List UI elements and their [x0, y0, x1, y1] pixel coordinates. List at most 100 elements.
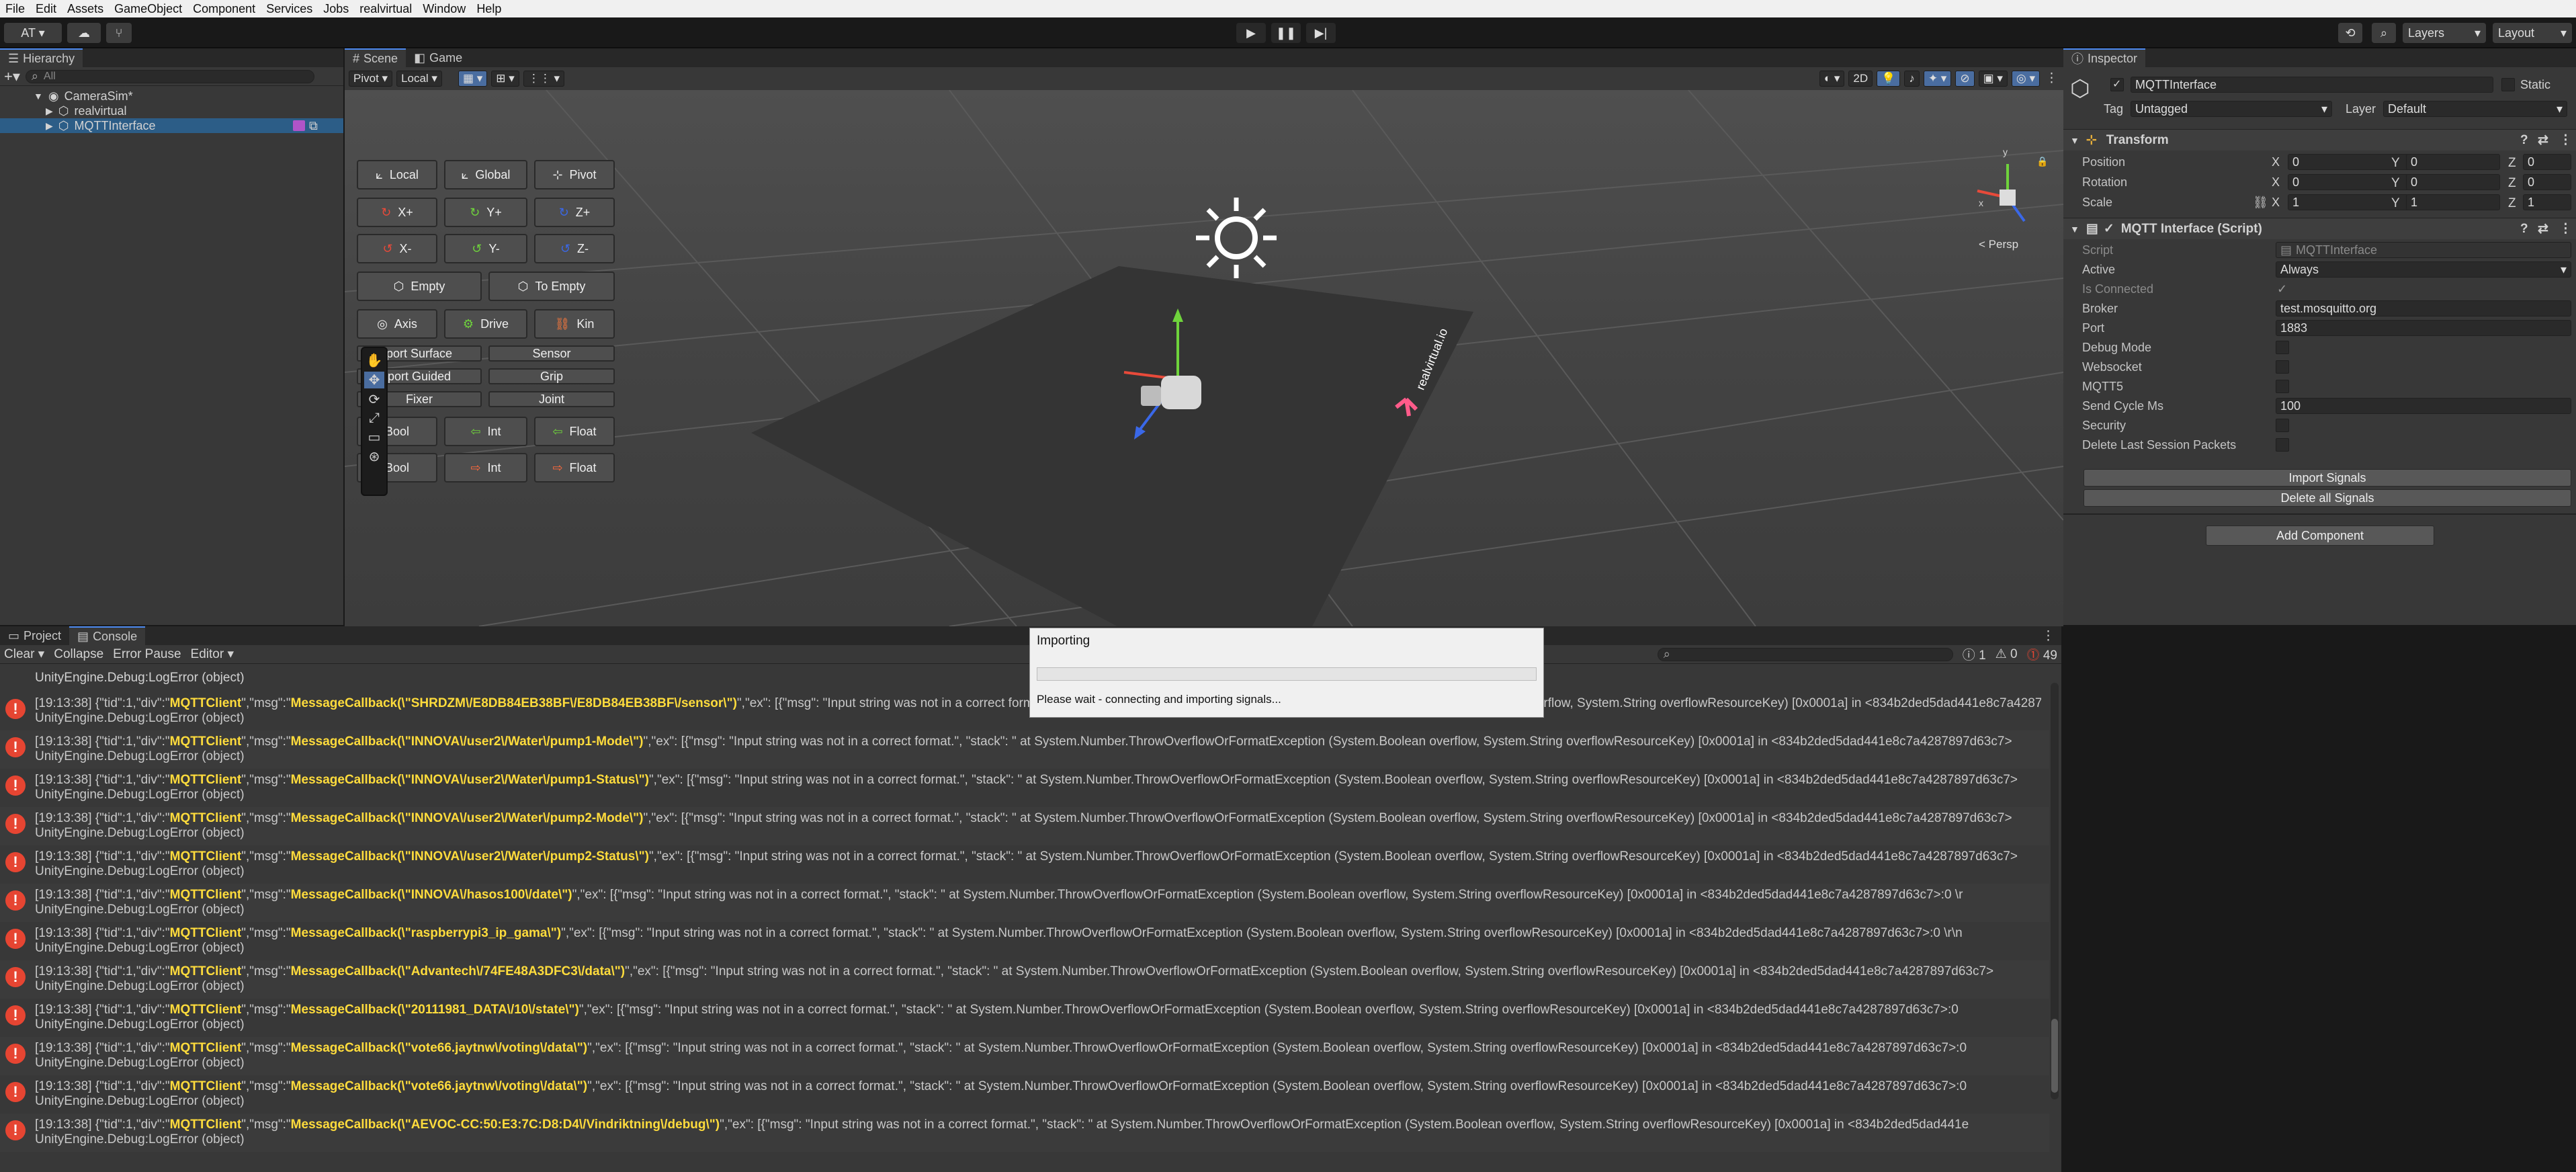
more-icon[interactable]: ⋮	[2045, 71, 2058, 87]
broker-field[interactable]: test.mosquitto.org	[2276, 300, 2571, 317]
scale-tool-icon[interactable]: ⤢	[369, 411, 380, 426]
import-signals-button[interactable]: Import Signals	[2084, 469, 2571, 487]
error-pause-button[interactable]: Error Pause	[113, 647, 181, 662]
console-log-row[interactable]: [19:13:38] {"tid":1,"div":"MQTTClient","…	[0, 845, 2049, 884]
history-button[interactable]: ⟲	[2338, 23, 2362, 43]
move-tool-icon[interactable]: ✥	[364, 372, 384, 388]
ground-plane[interactable]	[751, 266, 1473, 626]
console-log-row[interactable]: [19:13:38] {"tid":1,"div":"MQTTClient","…	[0, 922, 2049, 960]
console-log-row[interactable]: [19:13:38] {"tid":1,"div":"MQTTClient","…	[0, 692, 2049, 730]
position-z-field[interactable]: 0	[2523, 154, 2571, 170]
delete-session-checkbox[interactable]	[2276, 438, 2289, 452]
global-button[interactable]: ⟀ Global	[444, 160, 527, 190]
signal-int-out-button[interactable]: ⇨ Int	[444, 453, 527, 483]
console-scrollbar[interactable]	[2051, 683, 2059, 1099]
tab-hierarchy[interactable]: ☰ Hierarchy	[0, 48, 83, 67]
visibility-toggle[interactable]: ⊘	[1955, 71, 1975, 87]
hierarchy-item-realvirtual[interactable]: ▶ ⬡ realvirtual	[0, 103, 343, 118]
delete-all-signals-button[interactable]: Delete all Signals	[2084, 489, 2571, 507]
tab-game[interactable]: ◧ Game	[406, 48, 470, 67]
editor-dropdown[interactable]: Editor ▾	[191, 646, 234, 662]
effects-toggle[interactable]: ✦ ▾	[1923, 71, 1952, 87]
collapse-button[interactable]: Collapse	[54, 647, 103, 662]
rotate-y-plus-button[interactable]: ↻ Y+	[444, 198, 527, 227]
rotate-y-minus-button[interactable]: ↺ Y-	[444, 234, 527, 263]
scale-x-field[interactable]: 1	[2288, 194, 2409, 210]
mqtt-interface-header[interactable]: ▼ ▤ ✓ MQTT Interface (Script) ? ⇄ ⋮	[2063, 218, 2576, 239]
console-log-row[interactable]: [19:13:38] {"tid":1,"div":"MQTTClient","…	[0, 999, 2049, 1037]
signal-float-in-button[interactable]: ⇦ Float	[534, 417, 615, 446]
console-log-row[interactable]: [19:13:38] {"tid":1,"div":"MQTTClient","…	[0, 884, 2049, 922]
object-name-field[interactable]: MQTTInterface	[2131, 77, 2493, 93]
console-log-row[interactable]: [19:13:38] {"tid":1,"div":"MQTTClient","…	[0, 807, 2049, 845]
pivot-button[interactable]: ⊹ Pivot	[534, 160, 615, 190]
tag-dropdown[interactable]: Untagged ▾	[2131, 101, 2332, 117]
layers-dropdown[interactable]: Layers ▾	[2403, 23, 2486, 43]
empty-button[interactable]: ⬡ Empty	[357, 271, 482, 301]
tab-scene[interactable]: # Scene	[345, 48, 406, 67]
cloud-button[interactable]: ☁	[67, 23, 101, 43]
draw-mode-button[interactable]: ◐ ▾	[1819, 71, 1845, 87]
active-checkbox[interactable]: ✓	[2110, 78, 2124, 91]
pivot-dropdown[interactable]: Pivot ▾	[349, 71, 393, 87]
sun-light-icon[interactable]	[1196, 198, 1277, 278]
rotation-x-field[interactable]: 0	[2288, 174, 2409, 190]
mqtt5-checkbox[interactable]	[2276, 380, 2289, 393]
2d-toggle[interactable]: 2D	[1848, 71, 1873, 87]
grid-snap-button[interactable]: ▦ ▾	[458, 71, 488, 87]
rotate-tool-icon[interactable]: ⟳	[369, 391, 380, 408]
console-log-row[interactable]: [19:13:38] {"tid":1,"div":"MQTTClient","…	[0, 1114, 2049, 1152]
menu-assets[interactable]: Assets	[62, 2, 109, 16]
menu-component[interactable]: Component	[187, 2, 261, 16]
grip-button[interactable]: Grip	[488, 368, 615, 384]
debug-mode-checkbox[interactable]	[2276, 341, 2289, 354]
rotate-x-minus-button[interactable]: ↺ X-	[357, 234, 437, 263]
preset-icon[interactable]: ⇄	[2538, 132, 2548, 148]
sensor-button[interactable]: Sensor	[488, 345, 615, 362]
link-scale-icon[interactable]: ⛓	[2253, 196, 2268, 210]
preset-icon[interactable]: ⇄	[2538, 221, 2548, 237]
position-x-field[interactable]: 0	[2288, 154, 2409, 170]
scrollbar-thumb[interactable]	[2051, 1019, 2058, 1093]
menu-edit[interactable]: Edit	[30, 2, 62, 16]
more-icon[interactable]: ⋮	[2559, 132, 2572, 148]
security-checkbox[interactable]	[2276, 419, 2289, 432]
axis-button[interactable]: ◎ Axis	[357, 309, 437, 339]
console-log-row[interactable]: [19:13:38] {"tid":1,"div":"MQTTClient","…	[0, 1037, 2049, 1075]
console-log-row[interactable]: [19:13:38] {"tid":1,"div":"MQTTClient","…	[0, 730, 2049, 769]
tab-inspector[interactable]: ⓘ Inspector	[2063, 48, 2146, 67]
add-component-button[interactable]: Add Component	[2206, 526, 2434, 546]
step-button[interactable]: ▶|	[1306, 23, 1336, 43]
error-count-badge[interactable]: ⓵ 49	[2027, 645, 2057, 663]
rotation-y-field[interactable]: 0	[2406, 174, 2500, 190]
position-y-field[interactable]: 0	[2406, 154, 2500, 170]
camera-settings-button[interactable]: ▣ ▾	[1978, 71, 2008, 87]
local-dropdown[interactable]: Local ▾	[396, 71, 442, 87]
kin-button[interactable]: ⛓ Kin	[534, 309, 615, 339]
scale-z-field[interactable]: 1	[2523, 194, 2571, 210]
signal-int-in-button[interactable]: ⇦ Int	[444, 417, 527, 446]
scene-viewport[interactable]: realvirtual.io y x 🔒 < Persp ⟀ Local ⟀ Glo…	[345, 90, 2063, 626]
help-icon[interactable]: ?	[2520, 222, 2528, 237]
layout-dropdown[interactable]: Layout ▾	[2493, 23, 2572, 43]
rotation-z-field[interactable]: 0	[2523, 174, 2571, 190]
rect-tool-icon[interactable]: ▭	[368, 429, 381, 446]
warning-count-badge[interactable]: ⚠ 0	[1995, 646, 2018, 662]
persp-label[interactable]: < Persp	[1979, 238, 2018, 251]
console-log-row[interactable]: [19:13:38] {"tid":1,"div":"MQTTClient","…	[0, 1075, 2049, 1114]
active-dropdown[interactable]: Always ▾	[2276, 261, 2571, 278]
pause-button[interactable]: ❚❚	[1271, 23, 1301, 43]
joint-button[interactable]: Joint	[488, 391, 615, 407]
version-control-button[interactable]: ⑂	[106, 23, 132, 43]
menu-file[interactable]: File	[0, 2, 30, 16]
port-field[interactable]: 1883	[2276, 320, 2571, 336]
search-button[interactable]: ⌕	[2372, 23, 2396, 43]
console-search-input[interactable]	[1657, 647, 1953, 661]
rotate-z-plus-button[interactable]: ↻ Z+	[534, 198, 615, 227]
tab-project[interactable]: ▭ Project	[0, 626, 69, 645]
lock-icon[interactable]: 🔒	[2036, 156, 2048, 167]
more-icon[interactable]: ⋮	[2042, 628, 2055, 644]
clear-button[interactable]: Clear ▾	[4, 646, 44, 662]
add-icon[interactable]: +▾	[4, 68, 20, 85]
lighting-toggle[interactable]: 💡	[1877, 71, 1901, 87]
